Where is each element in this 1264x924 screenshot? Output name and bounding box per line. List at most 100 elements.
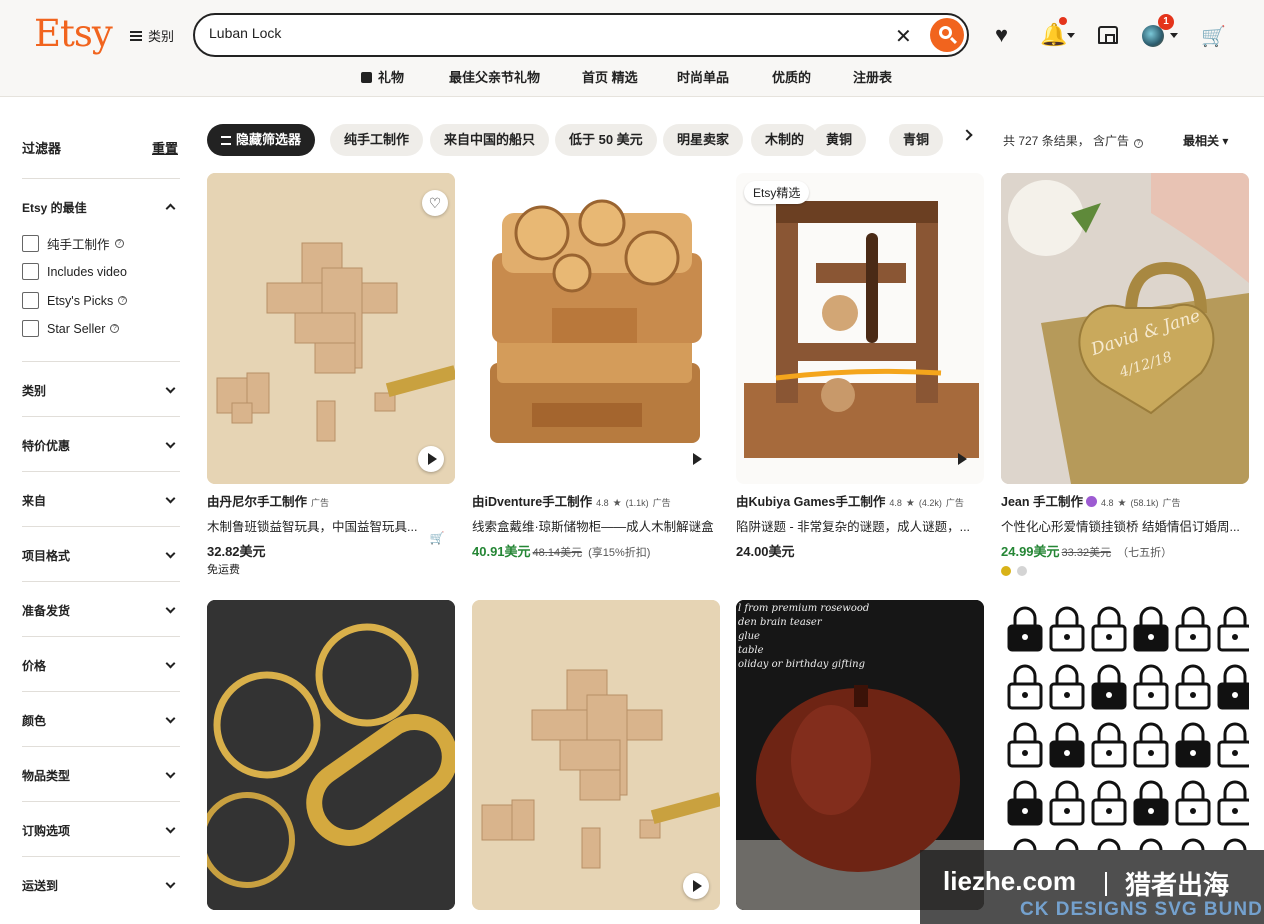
nav-premium[interactable]: 优质的: [772, 67, 811, 86]
filter-group-etsy-best[interactable]: Etsy 的最佳: [22, 199, 180, 216]
notifications-bell-icon[interactable]: 🔔: [1040, 22, 1067, 48]
filter-group-item-format[interactable]: 项目格式: [22, 547, 180, 564]
padlock-icon: [1217, 664, 1249, 710]
padlock-icon: [1091, 780, 1127, 826]
filter-group-color[interactable]: 颜色: [22, 712, 180, 729]
search-button[interactable]: [930, 18, 964, 52]
clear-search-icon[interactable]: ✕: [895, 24, 912, 49]
filter-group-category[interactable]: 类别: [22, 382, 180, 399]
play-video-icon[interactable]: [683, 446, 709, 472]
play-video-icon[interactable]: [418, 446, 444, 472]
apple-feature-caption: l from premium rosewood den brain teaser…: [738, 603, 870, 670]
shop-name[interactable]: 由丹尼尔手工制作 广告: [207, 491, 455, 510]
product-image[interactable]: [207, 600, 455, 910]
chevron-down-icon: [165, 383, 176, 394]
padlock-icon: [1217, 606, 1249, 652]
product-image[interactable]: [472, 600, 720, 910]
filter-group-ready-to-ship[interactable]: 准备发货: [22, 602, 180, 619]
shop-name[interactable]: 由Kubiya Games手工制作 4.8 ★ (4.2k) 广告: [736, 491, 984, 510]
padlock-icon: [1175, 838, 1211, 884]
checkbox[interactable]: [22, 320, 39, 337]
product-card[interactable]: [207, 600, 455, 924]
search-input[interactable]: [209, 25, 869, 41]
chevron-down-icon: [165, 438, 176, 449]
etsy-logo[interactable]: Etsy: [34, 12, 113, 55]
checkbox[interactable]: [22, 263, 39, 280]
checkbox-etsys-picks[interactable]: Etsy's Picks?: [22, 292, 180, 309]
product-image[interactable]: ♡: [207, 173, 455, 484]
chip-star-seller[interactable]: 明星卖家: [663, 124, 744, 156]
info-icon[interactable]: ?: [114, 239, 124, 248]
gold-color-swatch[interactable]: [1001, 566, 1011, 576]
padlock-icon: [1217, 838, 1249, 884]
sort-dropdown[interactable]: 最相关 ▾: [1183, 132, 1228, 149]
discount-label: （七五折）: [1117, 547, 1173, 559]
chip-bronze[interactable]: 青铜: [889, 124, 944, 156]
nav-home-picks[interactable]: 首页 精选: [582, 67, 638, 86]
account-badge: 1: [1158, 14, 1174, 30]
product-card[interactable]: ♡ 由丹尼尔手工制作 广告 木制鲁班锁益智玩具，中国益智玩具... 32.82美元…: [207, 173, 455, 583]
nav-fathers-day[interactable]: 最佳父亲节礼物: [449, 67, 540, 86]
account-caret-icon[interactable]: [1170, 33, 1178, 38]
product-image[interactable]: Etsy精选: [736, 173, 984, 484]
product-title[interactable]: 陷阱谜题 - 非常复杂的谜题，成人谜题，...: [736, 516, 980, 535]
filter-group-price[interactable]: 价格: [22, 657, 180, 674]
categories-button[interactable]: 类别: [130, 26, 174, 45]
product-card[interactable]: 由iDventure手工制作 4.8 ★ (1.1k) 广告 线索盒戴维·琼斯储物柜——…: [472, 173, 720, 583]
product-title[interactable]: 个性化心形爱情锁挂锁桥 结婚情侣订婚周...: [1001, 516, 1245, 535]
padlock-icon: [1049, 606, 1085, 652]
nav-gifts[interactable]: 礼物: [361, 67, 404, 86]
product-card[interactable]: [472, 600, 720, 924]
wooden-puzzle-box-image: [472, 173, 720, 484]
padlock-icon: [1133, 664, 1169, 710]
filter-group-ship-to[interactable]: 运送到: [22, 877, 180, 894]
chip-brass[interactable]: 黄铜: [812, 124, 867, 156]
hide-filters-chip[interactable]: 隐藏筛选器: [207, 124, 316, 156]
filter-group-ordering-options[interactable]: 订购选项: [22, 822, 180, 839]
play-video-icon[interactable]: [683, 873, 709, 899]
info-icon[interactable]: ?: [1134, 139, 1144, 148]
filter-group-shop-location[interactable]: 来自: [22, 492, 180, 509]
notifications-caret-icon[interactable]: [1067, 33, 1075, 38]
nav-fashion[interactable]: 时尚单品: [677, 67, 729, 86]
nav-registry[interactable]: 注册表: [853, 67, 892, 86]
padlock-icon: [1091, 664, 1127, 710]
chip-under-50[interactable]: 低于 50 美元: [555, 124, 657, 156]
checkbox-handmade[interactable]: 纯手工制作?: [22, 234, 180, 253]
chip-wooden[interactable]: 木制的: [751, 124, 819, 156]
product-card[interactable]: Etsy精选 由Kubiya Games手工制作 4.8 ★ (4.2k) 广告 陷阱谜…: [736, 173, 984, 583]
product-image[interactable]: David & Jane 4/12/18: [1001, 173, 1249, 484]
chips-next-arrow-icon[interactable]: [961, 129, 973, 141]
shop-name[interactable]: Jean 手工制作 4.8 ★ (58.1k) 广告: [1001, 491, 1249, 510]
filter-group-item-type[interactable]: 物品类型: [22, 767, 180, 784]
product-image[interactable]: [472, 173, 720, 484]
reset-filters-link[interactable]: 重置: [152, 138, 178, 157]
favorite-heart-icon[interactable]: ♡: [422, 190, 448, 216]
product-title[interactable]: 线索盒戴维·琼斯储物柜——成人木制解谜盒: [472, 516, 716, 535]
play-video-icon[interactable]: [948, 446, 974, 472]
product-title[interactable]: 木制鲁班锁益智玩具，中国益智玩具...: [207, 516, 451, 535]
results-count: 共 727 条结果， 含广告?: [1003, 132, 1144, 149]
silver-color-swatch[interactable]: [1017, 566, 1027, 576]
product-card[interactable]: David & Jane 4/12/18 Jean 手工制作 4.8 ★ (58.1k…: [1001, 173, 1249, 583]
info-icon[interactable]: ?: [118, 296, 128, 305]
favorites-heart-icon[interactable]: ♥: [995, 22, 1008, 48]
shop-name[interactable]: 由iDventure手工制作 4.8 ★ (1.1k) 广告: [472, 491, 720, 510]
checkbox[interactable]: [22, 235, 39, 252]
info-icon[interactable]: ?: [110, 324, 120, 333]
checkbox-includes-video[interactable]: Includes video: [22, 263, 180, 280]
shop-manager-icon[interactable]: [1098, 26, 1118, 44]
padlock-icon: [1175, 722, 1211, 768]
add-to-cart-icon[interactable]: 🛒: [427, 531, 447, 551]
chip-ships-from-china[interactable]: 来自中国的船只: [430, 124, 550, 156]
etsy-picks-badge: Etsy精选: [744, 181, 810, 204]
product-price: 24.00美元: [736, 544, 795, 559]
chip-handmade[interactable]: 纯手工制作: [330, 124, 424, 156]
cart-icon[interactable]: 🛒: [1201, 24, 1226, 49]
watermark-site: liezhe.com: [943, 866, 1076, 896]
padlock-icon: [1133, 780, 1169, 826]
search-bar: ✕: [193, 13, 969, 57]
filter-group-special-offers[interactable]: 特价优惠: [22, 437, 180, 454]
checkbox-star-seller[interactable]: Star Seller?: [22, 320, 180, 337]
checkbox[interactable]: [22, 292, 39, 309]
